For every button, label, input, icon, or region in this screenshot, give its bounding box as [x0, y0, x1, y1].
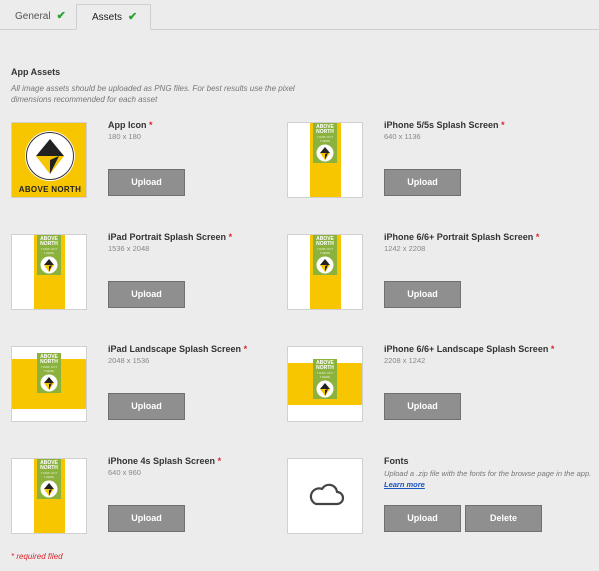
asset-dimensions: 640 x 960: [108, 468, 141, 477]
asset-app-icon: ABOVE NORTH App Icon * 180 x 180 Upload: [11, 120, 301, 202]
asset-iphone4s-splash: ABOVE NORTH THINK OUT THERE iPhone 4s Spl…: [11, 456, 301, 538]
asset-fonts: Fonts Upload a .zip file with the fonts …: [287, 456, 599, 538]
delete-button[interactable]: Delete: [465, 505, 542, 532]
splash-thumbnail: ABOVE NORTH THINK OUT THERE: [11, 234, 87, 310]
asset-iphone6-landscape-splash: ABOVE NORTH THINK OUT THERE iPhone 6/6+ L…: [287, 344, 577, 426]
asset-title: Fonts: [384, 456, 409, 466]
splash-thumbnail: ABOVE NORTH THINK OUT THERE: [287, 122, 363, 198]
asset-title: iPhone 5/5s Splash Screen *: [384, 120, 505, 130]
asset-ipad-portrait-splash: ABOVE NORTH THINK OUT THERE iPad Portrait…: [11, 232, 301, 314]
splash-thumbnail: ABOVE NORTH THINK OUT THERE: [287, 346, 363, 422]
learn-more-link[interactable]: Learn more: [384, 480, 425, 489]
asset-title: iPhone 4s Splash Screen *: [108, 456, 222, 466]
tab-assets-label: Assets: [92, 12, 123, 23]
upload-button[interactable]: Upload: [108, 169, 185, 196]
upload-button[interactable]: Upload: [384, 169, 461, 196]
above-north-logo-icon: ABOVE NORTH THINK OUT THERE: [37, 459, 61, 499]
asset-iphone5-splash: ABOVE NORTH THINK OUT THERE iPhone 5/5s S…: [287, 120, 577, 202]
above-north-logo-icon: ABOVE NORTH THINK OUT THERE: [37, 235, 61, 275]
upload-button[interactable]: Upload: [384, 281, 461, 308]
asset-iphone6-portrait-splash: ABOVE NORTH THINK OUT THERE iPhone 6/6+ P…: [287, 232, 577, 314]
above-north-logo-icon: ABOVE NORTH THINK OUT THERE: [313, 123, 337, 163]
splash-thumbnail: ABOVE NORTH THINK OUT THERE: [11, 458, 87, 534]
asset-title: iPad Landscape Splash Screen *: [108, 344, 248, 354]
fonts-description: Upload a .zip file with the fonts for th…: [384, 469, 592, 489]
splash-thumbnail: ABOVE NORTH THINK OUT THERE: [287, 234, 363, 310]
tab-general[interactable]: General ✔: [0, 4, 76, 29]
section-title: App Assets: [11, 67, 61, 77]
app-icon-thumbnail: ABOVE NORTH: [11, 122, 87, 198]
upload-button[interactable]: Upload: [384, 505, 461, 532]
above-north-logo-icon: ABOVE NORTH THINK OUT THERE: [37, 353, 61, 393]
asset-title: App Icon *: [108, 120, 153, 130]
tab-bar: General ✔ Assets ✔: [0, 0, 599, 30]
fonts-thumbnail: [287, 458, 363, 534]
asset-dimensions: 1536 x 2048: [108, 244, 150, 253]
asset-dimensions: 2048 x 1536: [108, 356, 150, 365]
asset-title: iPhone 6/6+ Landscape Splash Screen *: [384, 344, 555, 354]
tab-assets[interactable]: Assets ✔: [76, 4, 151, 30]
cloud-icon: [309, 483, 345, 506]
checkmark-icon: ✔: [56, 10, 66, 22]
asset-title: iPad Portrait Splash Screen *: [108, 232, 233, 242]
asset-dimensions: 180 x 180: [108, 132, 141, 141]
upload-button[interactable]: Upload: [384, 393, 461, 420]
upload-button[interactable]: Upload: [108, 393, 185, 420]
upload-button[interactable]: Upload: [108, 281, 185, 308]
logo-caption: ABOVE NORTH: [18, 185, 82, 194]
above-north-logo-icon: ABOVE NORTH THINK OUT THERE: [313, 359, 337, 399]
above-north-logo-icon: ABOVE NORTH THINK OUT THERE: [313, 235, 337, 275]
asset-ipad-landscape-splash: ABOVE NORTH THINK OUT THERE iPad Landscap…: [11, 344, 301, 426]
checkmark-icon: ✔: [128, 11, 138, 23]
splash-thumbnail: ABOVE NORTH THINK OUT THERE: [11, 346, 87, 422]
required-field-note: * required filed: [11, 552, 63, 561]
asset-title: iPhone 6/6+ Portrait Splash Screen *: [384, 232, 540, 242]
upload-button[interactable]: Upload: [108, 505, 185, 532]
asset-dimensions: 640 x 1136: [384, 132, 421, 141]
above-north-logo-icon: ABOVE NORTH: [12, 123, 86, 197]
asset-dimensions: 2208 x 1242: [384, 356, 426, 365]
section-description: All image assets should be uploaded as P…: [11, 84, 295, 104]
tab-general-label: General: [15, 11, 51, 22]
asset-dimensions: 1242 x 2208: [384, 244, 426, 253]
